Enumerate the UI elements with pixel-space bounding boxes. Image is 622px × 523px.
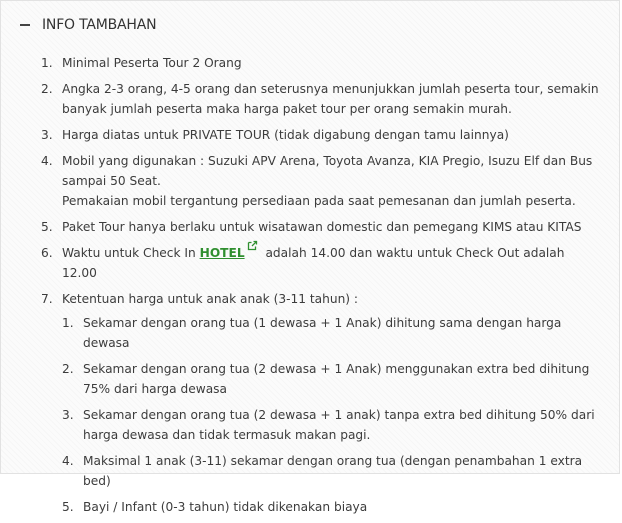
list-item: 7. Ketentuan harga untuk anak anak (3-11… <box>41 289 601 517</box>
sub-item-text: Sekamar dengan orang tua (2 dewasa + 1 A… <box>83 362 590 396</box>
sub-item-number: 1. <box>62 316 74 330</box>
sub-item-text: Sekamar dengan orang tua (1 dewasa + 1 A… <box>83 316 562 350</box>
item-number: 1. <box>41 56 53 70</box>
list-item: 3. Harga diatas untuk PRIVATE TOUR (tida… <box>41 125 601 145</box>
item-text: Paket Tour hanya berlaku untuk wisatawan… <box>62 220 582 234</box>
item-text: Waktu untuk Check In <box>62 246 196 260</box>
section-header[interactable]: INFO TAMBAHAN <box>20 17 157 33</box>
item-text: Angka 2-3 orang, 4-5 orang dan seterusny… <box>62 82 599 116</box>
item-text: Harga diatas untuk PRIVATE TOUR (tidak d… <box>62 128 509 142</box>
list-item: 5. Paket Tour hanya berlaku untuk wisata… <box>41 217 601 237</box>
sub-list-item: 4. Maksimal 1 anak (3-11) sekamar dengan… <box>62 451 601 491</box>
list-item: 1. Minimal Peserta Tour 2 Orang <box>41 53 601 73</box>
list-item: 2. Angka 2-3 orang, 4-5 orang dan seteru… <box>41 79 601 119</box>
item-number: 6. <box>41 246 53 260</box>
sub-list-item: 3. Sekamar dengan orang tua (2 dewasa + … <box>62 405 601 445</box>
info-tambahan-panel: INFO TAMBAHAN 1. Minimal Peserta Tour 2 … <box>0 0 620 514</box>
sub-item-number: 2. <box>62 362 74 376</box>
item-number: 3. <box>41 128 53 142</box>
collapse-toggle-icon[interactable] <box>20 24 30 26</box>
item-number: 2. <box>41 82 53 96</box>
sub-list-item: 2. Sekamar dengan orang tua (2 dewasa + … <box>62 359 601 399</box>
list-item: 4. Mobil yang digunakan : Suzuki APV Are… <box>41 151 601 211</box>
hotel-link[interactable]: HOTEL <box>200 246 245 260</box>
info-list: 1. Minimal Peserta Tour 2 Orang 2. Angka… <box>41 53 601 523</box>
sub-item-number: 5. <box>62 500 74 514</box>
item-number: 4. <box>41 154 53 168</box>
list-item: 6. Waktu untuk Check In HOTEL adalah 14.… <box>41 240 601 283</box>
sub-list-item: 1. Sekamar dengan orang tua (1 dewasa + … <box>62 313 601 353</box>
item-number: 5. <box>41 220 53 234</box>
sub-item-text: Bayi / Infant (0-3 tahun) tidak dikenaka… <box>83 500 368 514</box>
external-link-icon[interactable] <box>247 237 258 257</box>
item-text: Ketentuan harga untuk anak anak (3-11 ta… <box>62 292 359 306</box>
sub-list-item: 5. Bayi / Infant (0-3 tahun) tidak diken… <box>62 497 601 517</box>
sub-item-text: Sekamar dengan orang tua (2 dewasa + 1 a… <box>83 408 595 442</box>
item-text: Minimal Peserta Tour 2 Orang <box>62 56 242 70</box>
item-number: 7. <box>41 292 53 306</box>
item-text: Mobil yang digunakan : Suzuki APV Arena,… <box>62 154 593 188</box>
child-price-list: 1. Sekamar dengan orang tua (1 dewasa + … <box>62 313 601 517</box>
sub-item-text: Maksimal 1 anak (3-11) sekamar dengan or… <box>83 454 583 488</box>
sub-item-number: 3. <box>62 408 74 422</box>
section-title: INFO TAMBAHAN <box>42 17 157 33</box>
sub-item-number: 4. <box>62 454 74 468</box>
item-text-note: Pemakaian mobil tergantung persediaan pa… <box>62 194 576 208</box>
